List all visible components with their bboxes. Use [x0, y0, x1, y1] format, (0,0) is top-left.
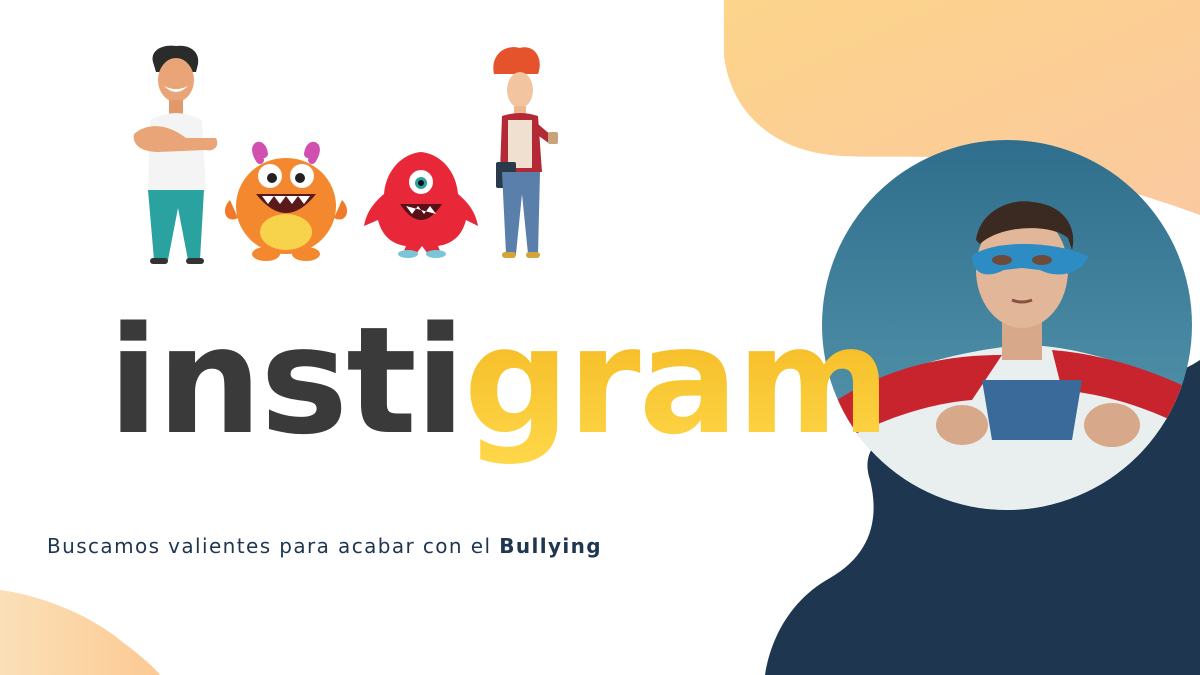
tagline: Buscamos valientes para acabar con el Bu…	[47, 534, 602, 558]
tagline-text: Buscamos valientes para acabar con el	[47, 534, 500, 558]
svg-text:instigram: instigram	[108, 295, 889, 467]
logo-text-accent: gram	[464, 295, 889, 467]
brand-logo-wordmark: instigram	[108, 295, 891, 467]
tagline-bold-word: Bullying	[499, 534, 603, 558]
orange-monster-character	[224, 141, 348, 261]
banner: instigram Buscamos valientes para acabar…	[0, 0, 1200, 675]
brand-logo: instigram	[108, 275, 891, 495]
red-monster-character	[364, 152, 478, 258]
peach-blob-bottom-left	[0, 590, 160, 675]
boy-character	[133, 45, 218, 264]
girl-character	[493, 47, 558, 258]
logo-text-dark: insti	[108, 295, 464, 467]
